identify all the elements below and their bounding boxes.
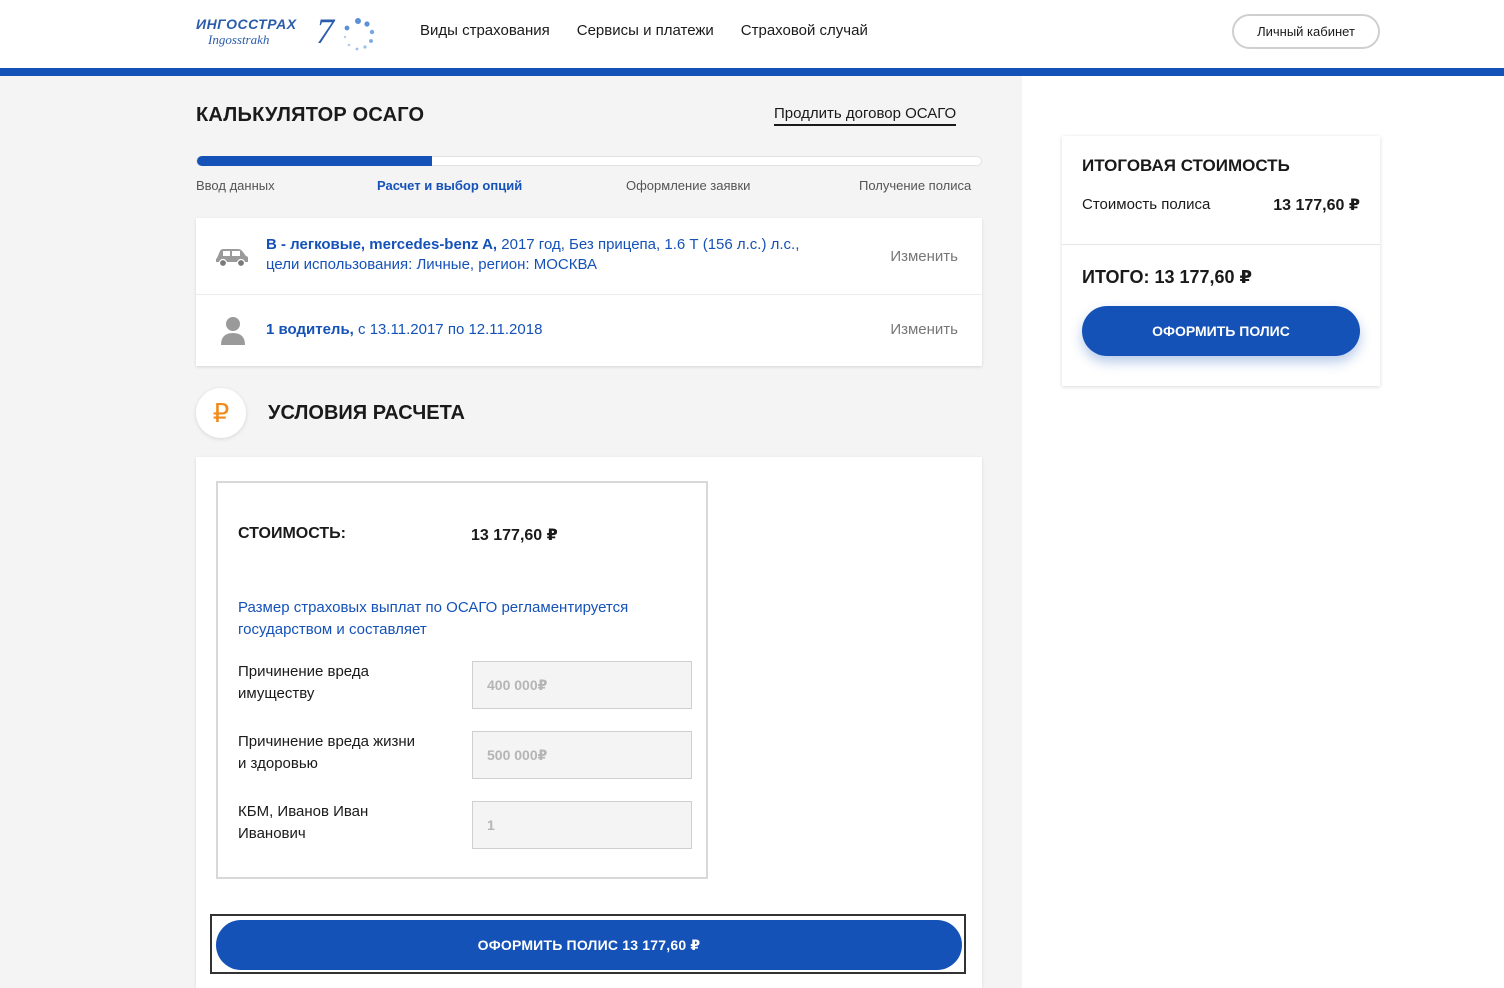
logo-number: 7 [316,11,334,51]
nav-item-services-payments[interactable]: Сервисы и платежи [577,22,714,39]
ruble-icon: ₽ [196,388,246,438]
renew-osago-link[interactable]: Продлить договор ОСАГО [774,105,957,126]
personal-cabinet-button[interactable]: Личный кабинет [1232,14,1380,49]
car-icon [216,249,248,268]
property-damage-field: 400 000₽ [472,661,692,709]
step-calculation: Расчет и выбор опций [377,178,523,193]
coverage-note: Размер страховых выплат по ОСАГО регламе… [238,599,629,638]
policy-cost-value: 13 177,60 ₽ [1273,197,1360,214]
nav-item-insurance-types[interactable]: Виды страхования [420,22,550,39]
step-application: Оформление заявки [626,178,751,193]
logo-text-ru: ИНГОССТРАХ [196,16,297,32]
kbm-label: КБМ, Иванов Иван Иванович [238,803,369,842]
vehicle-summary-text: B - легковые, mercedes-benz A, 2017 год,… [266,235,799,275]
property-damage-label: Причинение вреда имуществу [238,663,369,702]
drivers-summary-row: 1 водитель, с 13.11.2017 по 12.11.2018 И… [196,295,982,366]
change-vehicle-link[interactable]: Изменить [890,248,958,265]
policy-cost-label: Стоимость полиса [1082,196,1211,213]
health-damage-field: 500 000₽ [472,731,692,779]
ingosstrakh-logo[interactable]: ИНГОССТРАХ Ingosstrakh 7 [196,10,382,54]
step-receive-policy: Получение полиса [859,178,972,193]
logo-dots-icon [343,18,375,51]
total-cost-title: ИТОГОВАЯ СТОИМОСТЬ [1082,156,1290,175]
drivers-summary-bold: 1 водитель, [266,321,354,338]
site-header: ИНГОССТРАХ Ingosstrakh 7 Виды страховани… [0,0,1504,68]
calculation-card: СТОИМОСТЬ: 13 177,60 ₽ Размер страховых … [196,457,982,988]
cost-label: СТОИМОСТЬ: [238,525,347,542]
vehicle-summary-row: B - легковые, mercedes-benz A, 2017 год,… [196,218,982,295]
grand-total: ИТОГО: 13 177,60 ₽ [1082,267,1253,287]
progress-bar-fill [197,156,433,166]
progress-bar [196,156,982,166]
nav-item-insurance-case[interactable]: Страховой случай [741,22,868,39]
kbm-field: 1 [472,801,692,849]
health-damage-label: Причинение вреда жизни и здоровью [238,733,416,772]
main-nav: Виды страхования Сервисы и платежи Страх… [420,22,895,39]
change-drivers-link[interactable]: Изменить [890,321,958,338]
header-accent-bar [0,68,1504,76]
drivers-summary-text: 1 водитель, с 13.11.2017 по 12.11.2018 [266,320,542,340]
cost-box: СТОИМОСТЬ: 13 177,60 ₽ Размер страховых … [216,481,708,879]
sidebar-issue-policy-button[interactable]: ОФОРМИТЬ ПОЛИС [1082,306,1360,356]
vehicle-summary-bold: B - легковые, mercedes-benz A, [266,236,498,253]
vehicle-summary-details: 2017 год, Без прицепа, 1.6 Т (156 л.с.) … [497,236,800,253]
vehicle-summary-line2: цели использования: Личные, регион: МОСК… [266,256,597,273]
ruble-glyph: ₽ [212,397,230,428]
cost-value: 13 177,60 ₽ [471,527,558,544]
logo-text-en: Ingosstrakh [208,32,270,47]
step-data-entry: Ввод данных [196,178,275,193]
drivers-summary-period: с 13.11.2017 по 12.11.2018 [353,321,543,338]
page-title: КАЛЬКУЛЯТОР ОСАГО [196,104,425,126]
total-cost-card: ИТОГОВАЯ СТОИМОСТЬ Стоимость полиса 13 1… [1062,136,1380,386]
person-icon [221,317,245,345]
issue-policy-button[interactable]: ОФОРМИТЬ ПОЛИС 13 177,60 ₽ [216,920,962,970]
summary-card: B - легковые, mercedes-benz A, 2017 год,… [196,218,982,366]
total-cost-header: ИТОГОВАЯ СТОИМОСТЬ Стоимость полиса 13 1… [1062,136,1380,245]
conditions-title: УСЛОВИЯ РАСЧЕТА [268,402,465,424]
